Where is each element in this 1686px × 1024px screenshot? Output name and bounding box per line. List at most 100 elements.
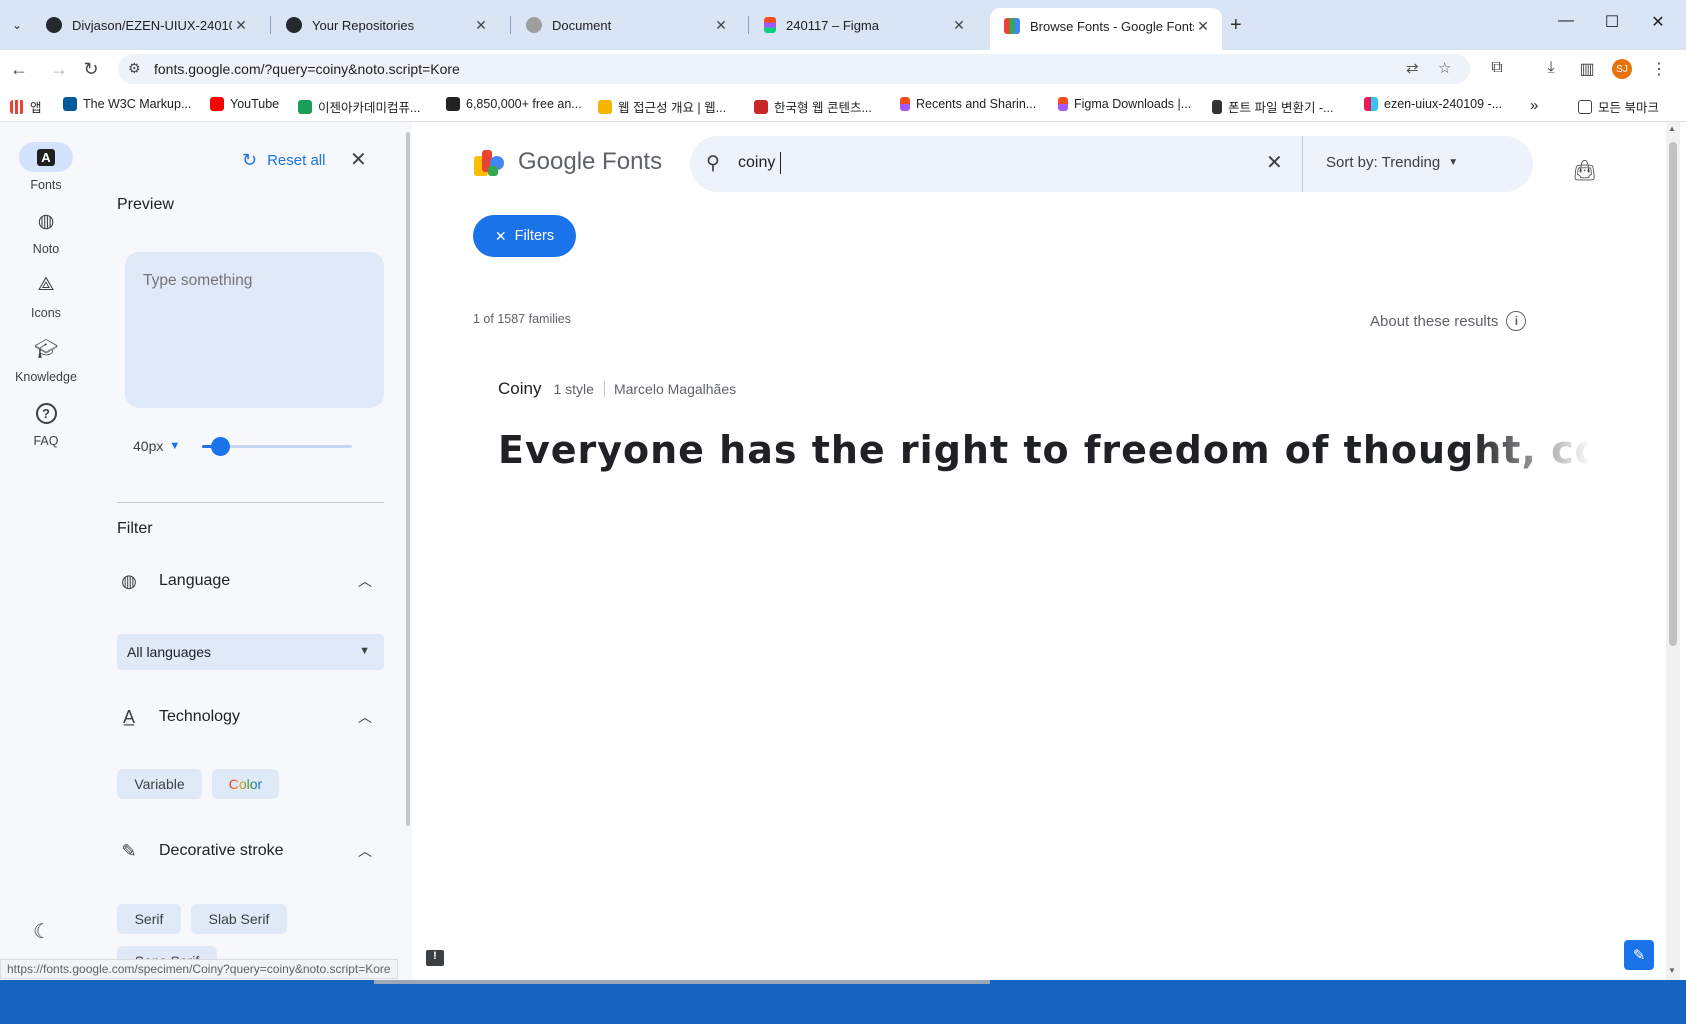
tab-label: Your Repositories: [312, 17, 415, 33]
new-tab-button[interactable]: +: [1230, 14, 1242, 37]
scroll-up-arrow-icon[interactable]: ▲: [1668, 124, 1676, 133]
clear-search-icon[interactable]: ✕: [1266, 150, 1283, 175]
font-size-slider-thumb[interactable]: [210, 437, 230, 456]
rail-item-icons[interactable]: ⟁ Icons: [0, 270, 92, 320]
bookmark-figma-recents[interactable]: Recents and Sharin...: [900, 97, 1036, 111]
pdf-icon: [754, 99, 768, 114]
tab-search-button[interactable]: ⌄: [6, 12, 28, 38]
chevron-down-icon: ⌄: [11, 18, 23, 32]
rail-item-faq[interactable]: ? FAQ: [0, 398, 92, 448]
maximize-icon[interactable]: ☐: [1597, 12, 1627, 32]
bookmark-star-icon[interactable]: ☆: [1438, 59, 1451, 77]
site-settings-icon[interactable]: ⚙: [128, 60, 141, 77]
figma-icon: [900, 97, 910, 111]
dark-mode-moon-icon[interactable]: ☾: [33, 919, 51, 944]
close-tab-icon[interactable]: ✕: [232, 16, 250, 34]
google-fonts-logo[interactable]: Google Fonts: [474, 148, 662, 176]
youtube-icon: [210, 97, 224, 111]
address-bar[interactable]: ⚙ fonts.google.com/?query=coiny&noto.scr…: [118, 54, 1470, 84]
apps-grid-icon: [10, 99, 24, 114]
language-section-toggle[interactable]: ◍ Language ︿: [117, 566, 384, 596]
sort-dropdown[interactable]: Sort by: Trending ▼: [1326, 154, 1458, 171]
decorative-stroke-section-toggle[interactable]: ✎ Decorative stroke ︿: [117, 836, 384, 866]
tab-figma[interactable]: 240117 – Figma ✕: [750, 8, 978, 42]
panel-scrollbar[interactable]: [406, 132, 410, 826]
google-fonts-logo-mark: [474, 148, 506, 176]
close-panel-icon[interactable]: ✕: [350, 147, 367, 172]
shopping-bag-icon[interactable]: 👜︎: [1572, 158, 1597, 183]
tab-divider: [270, 16, 271, 34]
minimize-icon[interactable]: —: [1551, 12, 1581, 30]
page-scrollbar[interactable]: ▲ ▼: [1666, 122, 1680, 980]
scroll-down-arrow-icon[interactable]: ▼: [1668, 966, 1676, 975]
close-tab-icon[interactable]: ✕: [472, 16, 490, 34]
chip-color[interactable]: Color: [212, 769, 279, 799]
tab-github-ezen[interactable]: Divjason/EZEN-UIUX-240109 ✕: [32, 8, 260, 42]
font-sample-text[interactable]: Everyone has the right to freedom of tho…: [498, 428, 1588, 488]
status-bar-url: https://fonts.google.com/specimen/Coiny?…: [0, 959, 398, 979]
close-tab-icon[interactable]: ✕: [950, 16, 968, 34]
forward-icon[interactable]: →: [48, 58, 70, 80]
about-results-link[interactable]: About these results i: [1370, 311, 1527, 331]
edit-pen-icon[interactable]: ✎: [1624, 940, 1654, 970]
side-panel-icon[interactable]: ▥: [1576, 59, 1598, 79]
bookmark-label: Recents and Sharin...: [916, 97, 1037, 111]
menu-kebab-icon[interactable]: ⋮: [1648, 59, 1670, 79]
bookmark-web-accessibility[interactable]: 웹 접근성 개요 | 웹...: [598, 97, 726, 116]
bookmark-figma-downloads[interactable]: Figma Downloads |...: [1058, 97, 1191, 111]
caret-down-icon: ▼: [359, 645, 370, 657]
download-icon[interactable]: ⤓: [1540, 59, 1562, 77]
wrench-icon: [1212, 99, 1222, 114]
tab-google-fonts[interactable]: Browse Fonts - Google Fonts ✕: [990, 8, 1222, 50]
caret-down-icon: ▼: [169, 440, 181, 452]
close-window-icon[interactable]: ✕: [1643, 12, 1673, 32]
bookmark-korean-web[interactable]: 한국형 웹 콘텐츠...: [754, 97, 872, 116]
more-bookmarks-chevron-icon[interactable]: »: [1530, 97, 1538, 114]
school-icon: 🎓︎: [33, 339, 59, 360]
w3c-icon: [63, 97, 77, 111]
font-author: Marcelo Magalhães: [613, 381, 737, 397]
fonts-icon: A: [19, 142, 73, 172]
tab-document[interactable]: Document ✕: [512, 8, 740, 42]
reset-all-button[interactable]: ↻ Reset all: [242, 150, 325, 171]
language-select[interactable]: All languages ▼: [117, 634, 384, 670]
extensions-icon[interactable]: ⧉: [1486, 59, 1508, 77]
font-card-header[interactable]: Coiny 1 style Marcelo Magalhães: [498, 379, 736, 399]
bookmark-youtube[interactable]: YouTube: [210, 97, 279, 111]
page-viewport: A Fonts ◍ Noto ⟁ Icons 🎓︎ Knowledge ? FA…: [0, 122, 1686, 980]
tab-your-repositories[interactable]: Your Repositories ✕: [272, 8, 500, 42]
rail-item-fonts[interactable]: A Fonts: [0, 142, 92, 192]
filters-toggle-button[interactable]: ✕ Filters: [473, 215, 576, 257]
feedback-icon[interactable]: !: [426, 946, 444, 966]
all-bookmarks-folder[interactable]: 모든 북마크: [1578, 97, 1659, 116]
bookmark-lottie[interactable]: 6,850,000+ free an...: [446, 97, 582, 111]
translate-icon[interactable]: ⇄: [1406, 59, 1419, 77]
caret-down-icon: ▼: [1448, 157, 1459, 168]
scrollbar-thumb[interactable]: [1669, 142, 1677, 646]
bookmark-font-converter[interactable]: 폰트 파일 변환기 -...: [1212, 97, 1334, 116]
bookmark-apps[interactable]: 앱: [10, 97, 42, 116]
chip-variable[interactable]: Variable: [117, 769, 202, 799]
rail-item-noto[interactable]: ◍ Noto: [0, 206, 92, 257]
rail-label: Knowledge: [15, 370, 77, 384]
technology-section-toggle[interactable]: A̲ Technology ︿: [117, 702, 384, 732]
back-icon[interactable]: ←: [8, 58, 30, 80]
close-tab-icon[interactable]: ✕: [712, 16, 730, 34]
bookmark-slack[interactable]: ezen-uiux-240109 -...: [1364, 97, 1502, 111]
font-size-select[interactable]: 40px ▼: [133, 438, 180, 454]
search-icon: ⚲: [706, 153, 720, 174]
profile-avatar[interactable]: SJ: [1612, 59, 1632, 79]
tab-label: 240117 – Figma: [786, 17, 879, 33]
slack-icon: [1364, 97, 1378, 111]
close-tab-icon[interactable]: ✕: [1194, 17, 1212, 35]
chip-slab-serif[interactable]: Slab Serif: [191, 904, 287, 934]
bookmark-academy[interactable]: 이젠아카데미컴퓨...: [298, 97, 420, 116]
chip-serif[interactable]: Serif: [117, 904, 181, 934]
github-icon: [46, 17, 62, 33]
search-input[interactable]: coiny: [738, 154, 775, 172]
rail-item-knowledge[interactable]: 🎓︎ Knowledge: [0, 334, 92, 384]
bookmark-w3c[interactable]: The W3C Markup...: [63, 97, 191, 111]
technology-icon: A̲: [122, 706, 135, 727]
reload-icon[interactable]: ↻: [80, 58, 102, 80]
preview-text-input[interactable]: Type something: [125, 252, 384, 408]
